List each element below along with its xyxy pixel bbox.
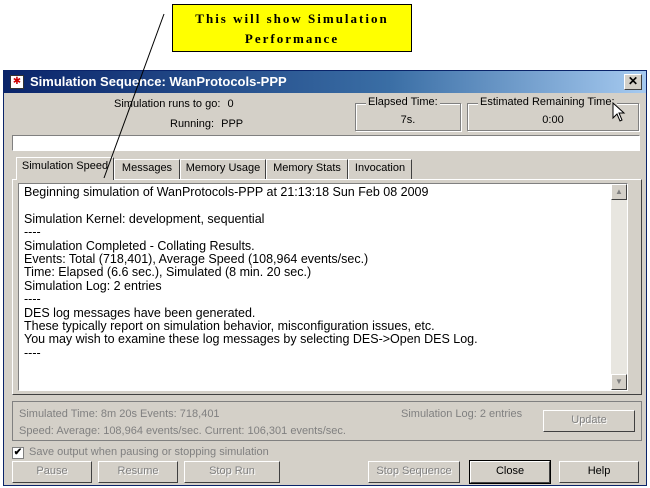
simulation-sequence-window: ✱ Simulation Sequence: WanProtocols-PPP … — [3, 70, 647, 486]
running-value: PPP — [221, 118, 244, 130]
elapsed-time-value: 7s. — [400, 114, 416, 126]
pause-button[interactable]: Pause — [12, 461, 92, 483]
annotation-callout: This will show Simulation Performance — [172, 4, 412, 52]
save-output-checkbox[interactable]: ✔ — [12, 447, 24, 459]
tab-memory-stats[interactable]: Memory Stats — [266, 159, 348, 179]
resume-button[interactable]: Resume — [98, 461, 178, 483]
status-group: Simulated Time: 8m 20s Events: 718,401 S… — [12, 401, 642, 441]
elapsed-time-title: Elapsed Time: — [366, 96, 440, 108]
tab-messages[interactable]: Messages — [114, 159, 180, 179]
runs-to-go-value: 0 — [227, 98, 234, 110]
close-window-button[interactable]: ✕ — [624, 74, 642, 90]
callout-line-1: This will show Simulation — [195, 11, 389, 26]
mouse-cursor-icon — [612, 102, 626, 122]
running-label: Running: PPP — [170, 118, 243, 130]
app-icon: ✱ — [10, 75, 24, 89]
save-output-label: Save output when pausing or stopping sim… — [29, 446, 269, 458]
tab-memory-usage[interactable]: Memory Usage — [180, 159, 266, 179]
help-button[interactable]: Help — [559, 461, 639, 483]
simulation-progress-bar — [12, 135, 640, 151]
log-scrollbar[interactable]: ▲ ▼ — [611, 184, 627, 390]
running-caption: Running: — [170, 118, 215, 130]
scroll-up-icon[interactable]: ▲ — [611, 184, 627, 200]
title-bar[interactable]: ✱ Simulation Sequence: WanProtocols-PPP … — [4, 71, 646, 93]
close-button[interactable]: Close — [469, 460, 551, 484]
tab-invocation[interactable]: Invocation — [348, 159, 412, 179]
tab-simulation-speed[interactable]: Simulation Speed — [16, 157, 114, 180]
simulation-log-status: Simulation Log: 2 entries — [401, 408, 523, 420]
callout-line-2: Performance — [244, 31, 340, 46]
simulated-time-status: Simulated Time: 8m 20s Events: 718,401 — [19, 408, 220, 420]
runs-to-go-caption: Simulation runs to go: — [114, 98, 221, 110]
elapsed-time-group: Elapsed Time: 7s. — [355, 96, 461, 131]
window-title: Simulation Sequence: WanProtocols-PPP — [30, 74, 287, 89]
simulation-log-textarea[interactable]: Beginning simulation of WanProtocols-PPP… — [18, 183, 628, 391]
log-text: Beginning simulation of WanProtocols-PPP… — [24, 185, 478, 360]
scroll-down-icon[interactable]: ▼ — [611, 374, 627, 390]
remaining-time-title: Estimated Remaining Time: — [478, 96, 617, 108]
speed-status: Speed: Average: 108,964 events/sec. Curr… — [19, 425, 346, 437]
update-button[interactable]: Update — [543, 410, 635, 432]
stop-sequence-button[interactable]: Stop Sequence — [368, 461, 460, 483]
stop-run-button[interactable]: Stop Run — [184, 461, 280, 483]
runs-to-go-label: Simulation runs to go: 0 — [114, 98, 234, 110]
